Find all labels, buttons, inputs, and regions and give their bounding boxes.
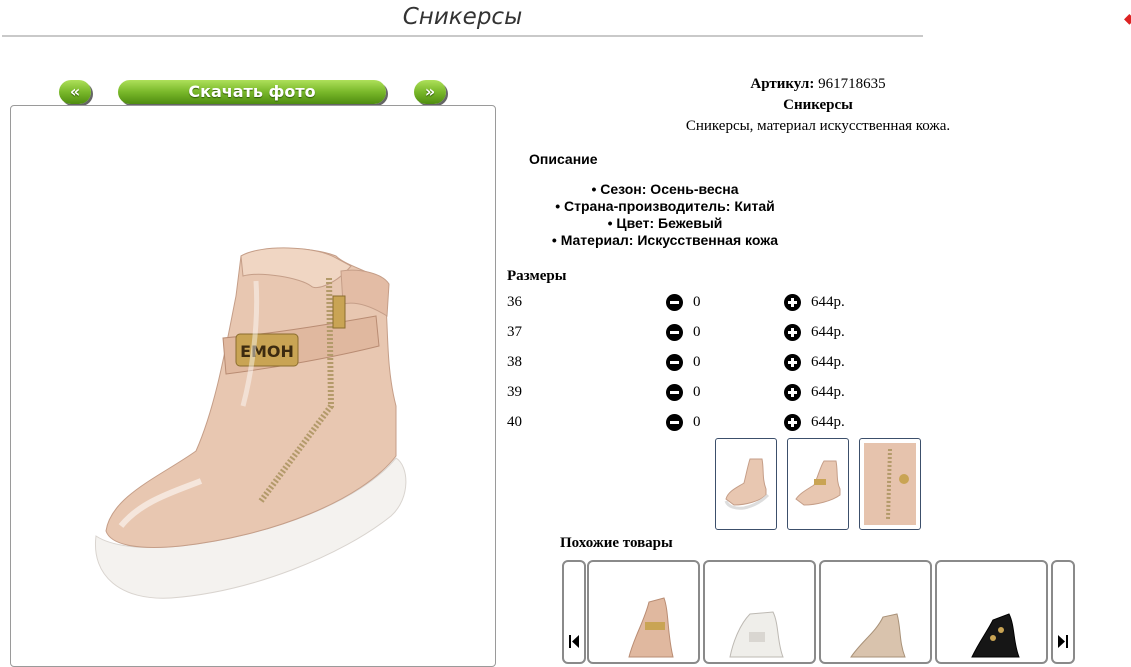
quantity-value: 0: [693, 354, 701, 370]
title-divider: [2, 35, 923, 37]
product-thumbnail-image: [971, 613, 1020, 658]
thumbnail[interactable]: [859, 438, 921, 530]
similar-products-heading: Похожие товары: [560, 535, 673, 551]
feature-item: Страна-производитель: Китай: [500, 198, 830, 215]
thumbnail[interactable]: [715, 438, 777, 530]
product-name: Сникерсы: [783, 97, 853, 113]
minus-icon[interactable]: [666, 414, 683, 431]
sneaker-image: ЕМОН: [94, 247, 407, 599]
price-value: 644р.: [811, 414, 845, 430]
size-value: 40: [507, 414, 522, 430]
quantity-value: 0: [693, 384, 701, 400]
quantity-value: 0: [693, 414, 701, 430]
minus-icon[interactable]: [666, 384, 683, 401]
price-value: 644р.: [811, 324, 845, 340]
sku-value: 961718635: [818, 76, 886, 92]
thumbnail-image: [864, 443, 916, 525]
thumbnail-image: [795, 460, 841, 506]
page-title: Сникерсы: [402, 4, 523, 30]
quantity-value: 0: [693, 294, 701, 310]
size-value: 36: [507, 294, 522, 310]
prev-photo-button[interactable]: «: [59, 80, 91, 104]
carousel-prev-button[interactable]: [562, 560, 586, 664]
buckle-text: ЕМОН: [240, 342, 294, 361]
price-value: 644р.: [811, 354, 845, 370]
price-value: 644р.: [811, 384, 845, 400]
size-value: 39: [507, 384, 522, 400]
corner-marker-icon: ◆: [1124, 10, 1131, 26]
plus-icon[interactable]: [784, 414, 801, 431]
skip-back-icon: [569, 635, 579, 648]
carousel-next-button[interactable]: [1051, 560, 1075, 664]
product-thumbnail-image: [628, 597, 674, 658]
product-thumbnail-image: [729, 611, 784, 658]
plus-icon[interactable]: [784, 294, 801, 311]
product-short-description: Сникерсы, материал искусственная кожа.: [685, 118, 951, 134]
plus-icon[interactable]: [784, 354, 801, 371]
features-list: Сезон: Осень-весна Страна-производитель:…: [500, 181, 830, 249]
minus-icon[interactable]: [666, 324, 683, 341]
similar-product-card[interactable]: [703, 560, 816, 664]
main-photo[interactable]: ЕМОН: [10, 105, 496, 667]
minus-icon[interactable]: [666, 294, 683, 311]
feature-item: Сезон: Осень-весна: [500, 181, 830, 198]
size-value: 37: [507, 324, 522, 340]
plus-icon[interactable]: [784, 384, 801, 401]
similar-product-card[interactable]: [819, 560, 932, 664]
feature-item: Материал: Искусственная кожа: [500, 232, 830, 249]
plus-icon[interactable]: [784, 324, 801, 341]
sku-label: Артикул:: [750, 76, 815, 92]
download-photo-button[interactable]: Скачать фото: [118, 80, 386, 104]
feature-item: Цвет: Бежевый: [500, 215, 830, 232]
thumbnail[interactable]: [787, 438, 849, 530]
size-value: 38: [507, 354, 522, 370]
description-heading: Описание: [529, 151, 598, 167]
minus-icon[interactable]: [666, 354, 683, 371]
skip-forward-icon: [1058, 635, 1068, 648]
quantity-value: 0: [693, 324, 701, 340]
sizes-heading: Размеры: [507, 268, 567, 284]
next-photo-button[interactable]: »: [414, 80, 446, 104]
thumbnail-image: [724, 458, 770, 510]
similar-product-card[interactable]: [935, 560, 1048, 664]
similar-product-card[interactable]: [587, 560, 700, 664]
price-value: 644р.: [811, 294, 845, 310]
product-thumbnail-image: [850, 613, 906, 658]
sku-line: Артикул: 961718635: [505, 76, 1131, 93]
